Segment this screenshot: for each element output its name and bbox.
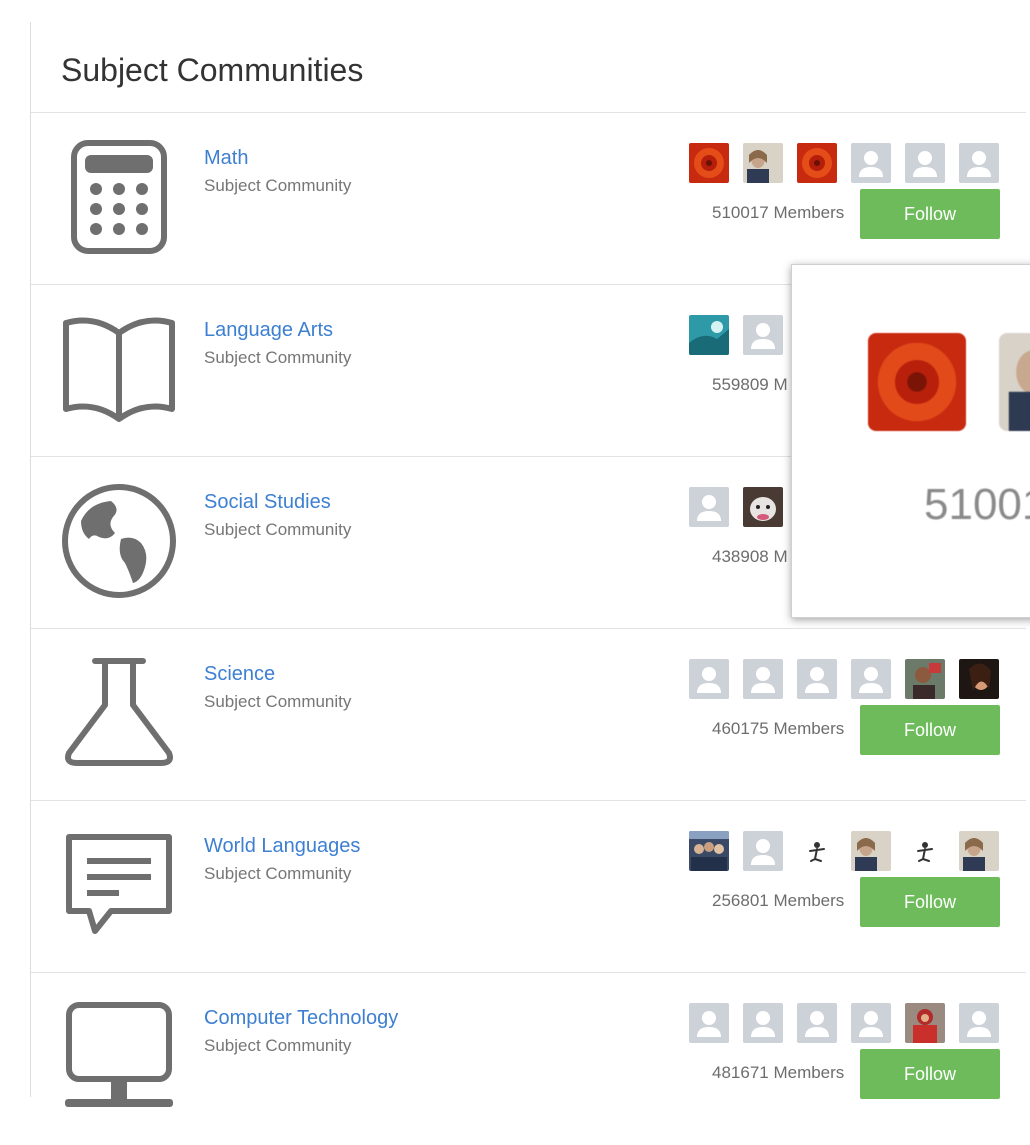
community-name-link[interactable]: Social Studies <box>204 491 331 514</box>
avatar[interactable] <box>689 315 729 355</box>
community-row: Math Subject Community 510017 Members Follo… <box>31 113 1026 285</box>
community-row: Science Subject Community 460175 Members Fo… <box>31 629 1026 801</box>
page-frame: Subject Communities Math Subject Communit… <box>0 0 1030 1139</box>
avatar-placeholder[interactable] <box>959 143 999 183</box>
member-count: 438908 M <box>712 547 788 566</box>
avatar[interactable] <box>797 143 837 183</box>
avatar[interactable] <box>689 831 729 871</box>
member-count: 460175 Members <box>712 719 845 738</box>
zoom-member-count: 51001 <box>924 480 1030 529</box>
member-count: 481671 Members <box>712 1063 845 1082</box>
avatar-placeholder[interactable] <box>959 1003 999 1043</box>
avatar-placeholder[interactable] <box>743 1003 783 1043</box>
avatar[interactable] <box>905 831 945 871</box>
avatar-placeholder[interactable] <box>689 1003 729 1043</box>
follow-button[interactable]: Follow <box>860 1049 1000 1099</box>
zoom-avatar-red-flower <box>868 333 966 431</box>
avatar-placeholder[interactable] <box>851 659 891 699</box>
avatar-placeholder[interactable] <box>797 659 837 699</box>
avatar[interactable] <box>959 659 999 699</box>
flask-icon <box>59 653 179 773</box>
globe-icon <box>59 481 179 601</box>
avatar-placeholder[interactable] <box>689 487 729 527</box>
community-type-label: Subject Community <box>204 692 352 711</box>
zoom-popover: 51001 <box>791 264 1030 618</box>
avatar-placeholder[interactable] <box>743 659 783 699</box>
member-avatars <box>689 659 1004 699</box>
community-type-label: Subject Community <box>204 1036 352 1055</box>
avatar[interactable] <box>905 1003 945 1043</box>
community-type-label: Subject Community <box>204 348 352 367</box>
community-row: Computer Technology Subject Community 4816… <box>31 973 1026 1145</box>
community-type-label: Subject Community <box>204 176 352 195</box>
community-row: World Languages Subject Community 256801 M… <box>31 801 1026 973</box>
community-type-label: Subject Community <box>204 864 352 883</box>
follow-button[interactable]: Follow <box>860 189 1000 239</box>
member-avatars <box>689 831 1004 871</box>
avatar-placeholder[interactable] <box>851 1003 891 1043</box>
avatar[interactable] <box>743 143 783 183</box>
community-type-label: Subject Community <box>204 520 352 539</box>
avatar[interactable] <box>959 831 999 871</box>
member-avatars <box>689 1003 1004 1043</box>
monitor-icon <box>59 997 179 1117</box>
member-count: 559809 M <box>712 375 788 394</box>
avatar-placeholder[interactable] <box>743 831 783 871</box>
avatar-placeholder[interactable] <box>851 143 891 183</box>
member-avatars <box>689 143 1004 183</box>
avatar-placeholder[interactable] <box>905 143 945 183</box>
avatar[interactable] <box>905 659 945 699</box>
community-name-link[interactable]: World Languages <box>204 835 360 858</box>
community-name-link[interactable]: Computer Technology <box>204 1007 398 1030</box>
community-name-link[interactable]: Science <box>204 663 275 686</box>
speech-bubble-icon <box>59 825 179 945</box>
panel-title: Subject Communities <box>61 52 364 88</box>
zoom-avatar-woman <box>999 333 1030 431</box>
calculator-icon <box>59 137 179 257</box>
follow-button[interactable]: Follow <box>860 877 1000 927</box>
avatar-placeholder[interactable] <box>743 315 783 355</box>
follow-button[interactable]: Follow <box>860 705 1000 755</box>
avatar-placeholder[interactable] <box>689 659 729 699</box>
avatar[interactable] <box>851 831 891 871</box>
member-count: 510017 Members <box>712 203 845 222</box>
community-name-link[interactable]: Math <box>204 147 248 170</box>
avatar-placeholder[interactable] <box>797 1003 837 1043</box>
open-book-icon <box>59 309 179 429</box>
avatar[interactable] <box>689 143 729 183</box>
avatar[interactable] <box>743 487 783 527</box>
avatar[interactable] <box>797 831 837 871</box>
community-name-link[interactable]: Language Arts <box>204 319 333 342</box>
member-count: 256801 Members <box>712 891 845 910</box>
